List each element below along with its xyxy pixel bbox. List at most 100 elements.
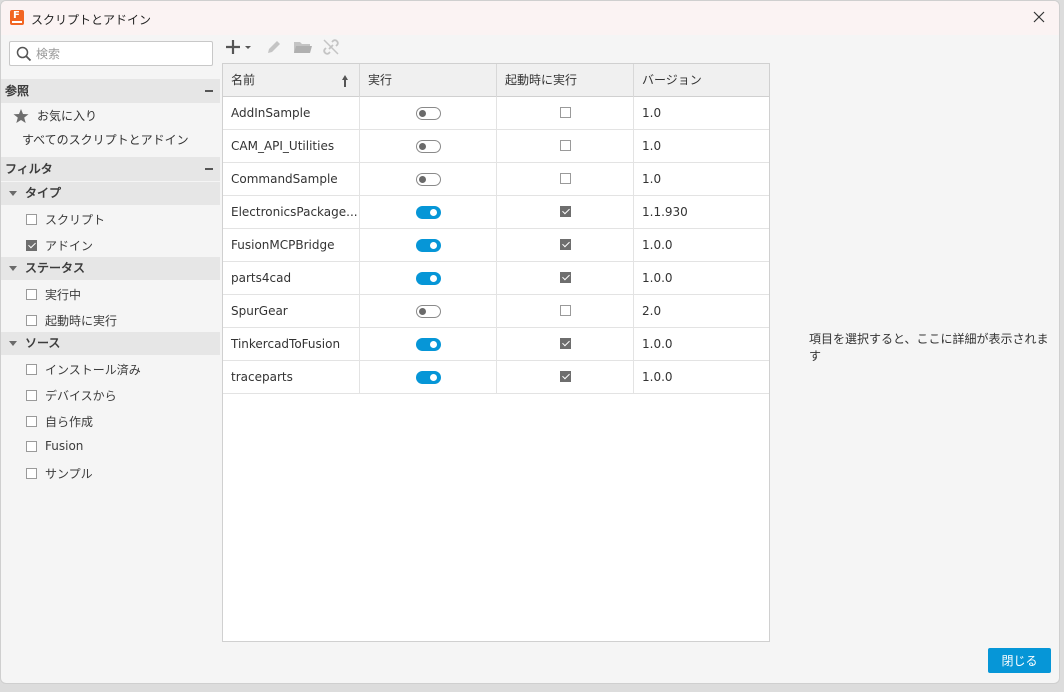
scripts-addins-dialog: F スクリプトとアドイン 参照 お気に入り すべてのスクリプトとアドイン フィル… [0,0,1060,684]
checkbox[interactable] [26,416,37,427]
run-on-startup-checkbox[interactable] [560,140,571,151]
collapse-icon[interactable] [205,168,213,170]
cell-version: 1.0.0 [642,337,673,351]
sidebar-item-all-scripts[interactable]: すべてのスクリプトとアドイン [22,132,189,148]
run-toggle[interactable] [416,239,441,252]
cell-name: AddInSample [223,97,360,129]
table-row[interactable]: parts4cad 1.0.0 [223,262,769,295]
cell-version: 1.0.0 [642,370,673,384]
checkbox[interactable] [26,240,37,251]
checkbox[interactable] [26,390,37,401]
chevron-down-icon [9,266,17,271]
add-dropdown-button[interactable] [225,38,255,61]
checkbox[interactable] [26,289,37,300]
table-row[interactable]: traceparts 1.0.0 [223,361,769,394]
filter-checkbox-my-own[interactable]: 自ら作成 [26,413,93,430]
table-row[interactable]: FusionMCPBridge 1.0.0 [223,229,769,262]
cell-version: 1.0 [642,172,662,186]
checkbox-label: アドイン [45,239,94,253]
checkbox-label: 自ら作成 [45,415,94,429]
checkbox[interactable] [26,315,37,326]
table-row[interactable]: SpurGear 2.0 [223,295,769,328]
run-toggle[interactable] [416,272,441,285]
section-reference-label: 参照 [5,84,30,98]
cell-name: traceparts [223,361,360,393]
column-header-name[interactable]: 名前 [223,64,360,97]
run-toggle[interactable] [416,173,441,186]
run-on-startup-checkbox[interactable] [560,305,571,316]
checkbox[interactable] [26,440,37,452]
edit-button[interactable] [265,38,283,59]
run-on-startup-checkbox[interactable] [560,107,571,118]
filter-checkbox-samples[interactable]: サンプル [26,465,93,482]
open-folder-button[interactable] [293,38,313,59]
checkbox-label: Fusion [45,439,84,453]
search-box[interactable] [9,41,213,66]
run-toggle[interactable] [416,107,441,120]
section-reference[interactable]: 参照 [1,79,220,103]
sort-ascending-icon [342,75,348,87]
filter-checkbox-from-device[interactable]: デバイスから [26,387,117,404]
cell-run-on-startup [497,229,634,261]
checkbox-label: インストール済み [45,363,141,377]
chevron-down-icon [9,341,17,346]
run-toggle[interactable] [416,206,441,219]
section-filter[interactable]: フィルタ [1,157,220,181]
search-input[interactable] [36,45,206,63]
folder-icon [294,42,312,53]
filter-checkbox-run-on-startup[interactable]: 起動時に実行 [26,312,117,329]
run-on-startup-checkbox[interactable] [560,371,571,382]
checkbox[interactable] [26,468,37,479]
filter-checkbox-running[interactable]: 実行中 [26,286,81,303]
close-icon[interactable] [1029,7,1049,27]
table-row[interactable]: AddInSample 1.0 [223,97,769,130]
table-row[interactable]: TinkercadToFusion 1.0.0 [223,328,769,361]
filter-source-label: ソース [25,336,61,350]
filter-type-header[interactable]: タイプ [1,182,220,205]
cell-run [360,229,497,261]
search-icon [16,46,32,65]
filter-status-header[interactable]: ステータス [1,257,220,280]
cell-run-on-startup [497,196,634,228]
column-header-run[interactable]: 実行 [360,64,497,97]
filter-checkbox-script[interactable]: スクリプト [26,211,105,228]
cell-run [360,130,497,162]
cell-name: TinkercadToFusion [223,328,360,360]
table-row[interactable]: ElectronicsPackage... 1.1.930 [223,196,769,229]
filter-checkbox-installed[interactable]: インストール済み [26,361,141,378]
run-toggle[interactable] [416,371,441,384]
run-toggle[interactable] [416,140,441,153]
run-toggle[interactable] [416,305,441,318]
filter-checkbox-fusion[interactable]: Fusion [26,439,83,453]
cell-name: SpurGear [223,295,360,327]
run-on-startup-checkbox[interactable] [560,173,571,184]
title-bar: F スクリプトとアドイン [1,1,1059,35]
run-on-startup-checkbox[interactable] [560,239,571,250]
cell-run [360,361,497,393]
table-header: 名前 実行 起動時に実行 バージョン [223,64,769,97]
checkbox[interactable] [26,364,37,375]
run-toggle[interactable] [416,338,441,351]
collapse-icon[interactable] [205,90,213,92]
checkbox[interactable] [26,214,37,225]
toolbar [223,35,771,63]
table-row[interactable]: CAM_API_Utilities 1.0 [223,130,769,163]
run-on-startup-checkbox[interactable] [560,272,571,283]
table-row[interactable]: CommandSample 1.0 [223,163,769,196]
cell-name: CAM_API_Utilities [223,130,360,162]
filter-checkbox-addin[interactable]: アドイン [26,237,93,254]
unlink-button[interactable] [322,38,340,59]
column-header-run-on-startup[interactable]: 起動時に実行 [497,64,634,97]
run-on-startup-checkbox[interactable] [560,338,571,349]
filter-source-header[interactable]: ソース [1,332,220,355]
cell-run-on-startup [497,163,634,195]
cell-run-on-startup [497,361,634,393]
filter-type-label: タイプ [25,186,62,200]
run-on-startup-checkbox[interactable] [560,206,571,217]
cell-run-on-startup [497,295,634,327]
column-header-version[interactable]: バージョン [634,64,769,97]
sidebar-item-favorites[interactable]: お気に入り [13,108,97,124]
close-button[interactable]: 閉じる [988,648,1051,673]
scripts-table: 名前 実行 起動時に実行 バージョン AddInSample 1.0 CAM_API… [222,63,770,642]
sidebar: 参照 お気に入り すべてのスクリプトとアドイン フィルタ タイプ スクリプト ア… [1,35,220,683]
